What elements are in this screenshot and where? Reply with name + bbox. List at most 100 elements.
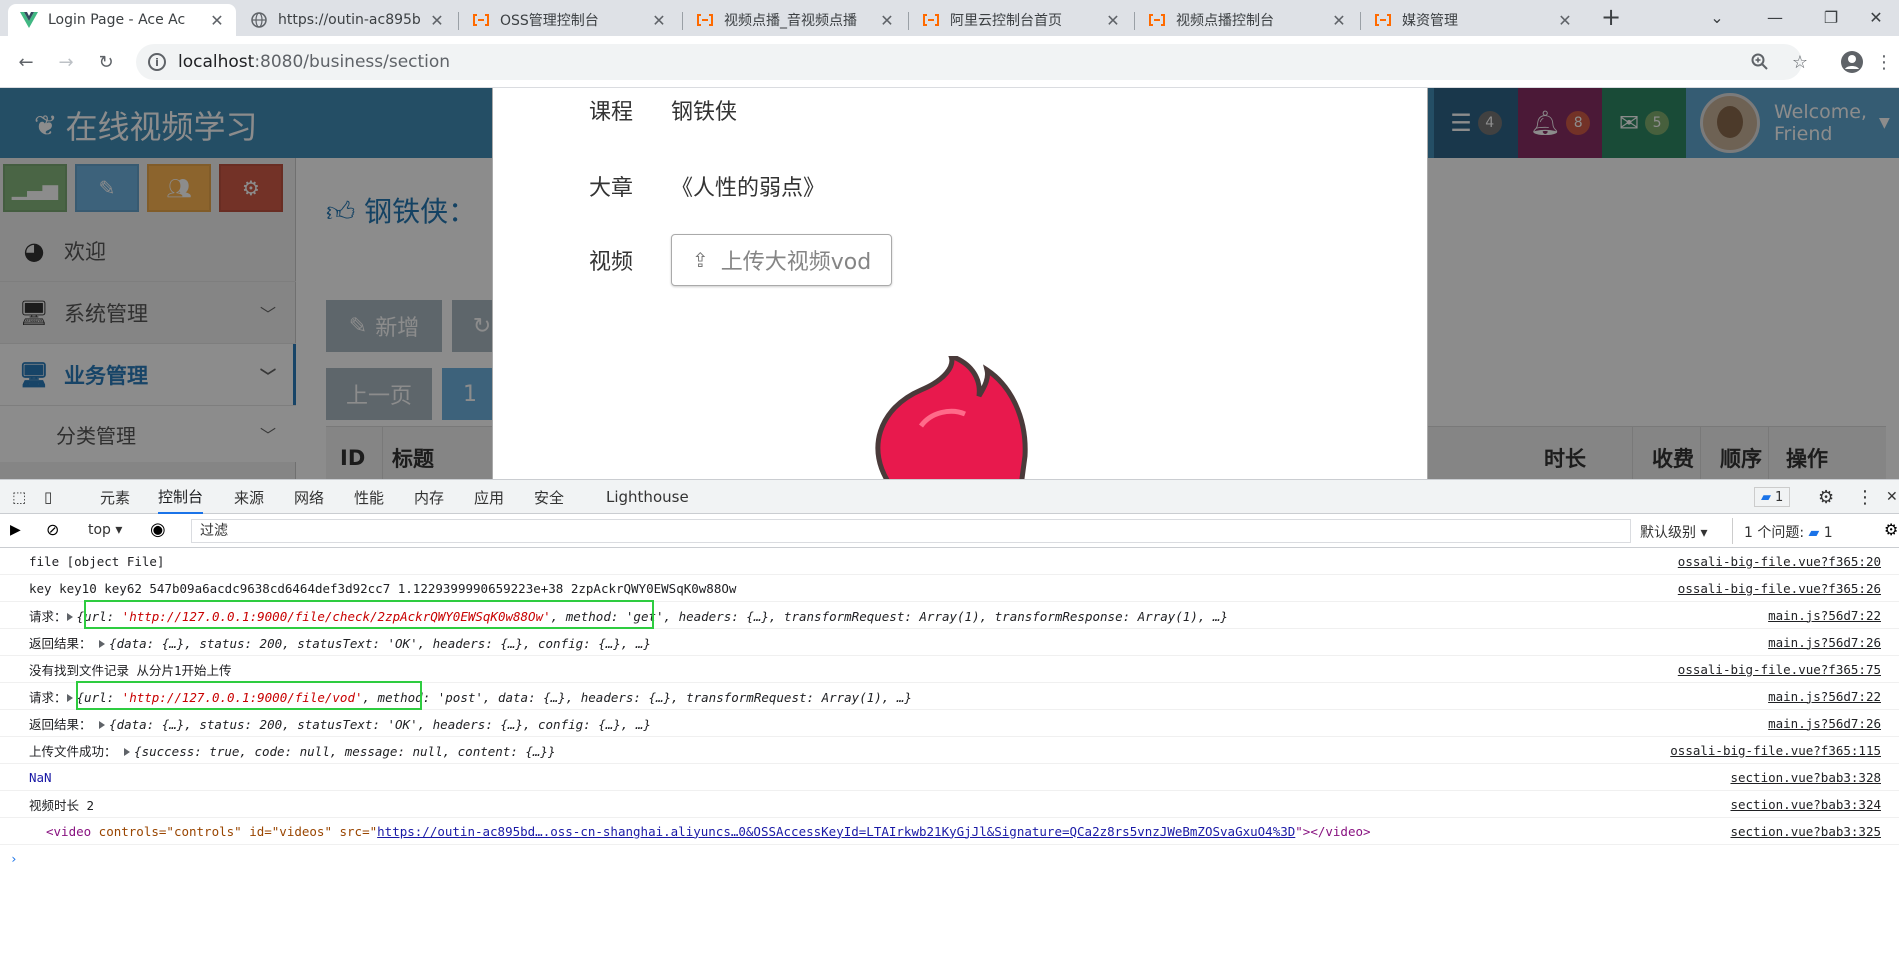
devtools-tabbar: ⬚ ▯ 元素 控制台 来源 网络 性能 内存 应用 安全 Lighthouse …: [0, 480, 1899, 514]
source-link[interactable]: section.vue?bab3:328: [1730, 770, 1881, 785]
browser-tabstrip: Login Page - Ace Ac ✕ https://outin-ac89…: [0, 0, 1899, 36]
source-link[interactable]: ossali-big-file.vue?f365:115: [1670, 743, 1881, 758]
course-row: 课程 钢铁侠: [589, 94, 737, 126]
console-prompt[interactable]: ›: [0, 845, 1899, 872]
issues-counter[interactable]: ▰ 1: [1754, 480, 1791, 514]
tab-application[interactable]: 应用: [474, 480, 504, 514]
zoom-icon[interactable]: [1748, 50, 1772, 74]
close-devtools-icon[interactable]: ✕: [1886, 480, 1898, 514]
console-log: file [object File] ossali-big-file.vue?f…: [0, 548, 1899, 872]
tab-separator: [682, 12, 683, 30]
more-options-icon[interactable]: ⋮: [1856, 480, 1874, 514]
sidebar-toggle-icon[interactable]: ▶︎: [10, 522, 21, 538]
request-url-highlight: [84, 600, 654, 629]
console-message: 返回结果： {data: {…}, status: 200, statusTex…: [0, 629, 1899, 656]
tab-memory[interactable]: 内存: [414, 480, 444, 514]
browser-tab-2[interactable]: https://outin-ac895b ✕: [238, 4, 456, 36]
console-message: 没有找到文件记录 从分片1开始上传 ossali-big-file.vue?f3…: [0, 656, 1899, 683]
context-selector[interactable]: top ▾: [88, 522, 122, 538]
issues-link[interactable]: 1 个问题: ▰ 1: [1744, 522, 1833, 542]
device-toggle-icon[interactable]: ▯: [44, 480, 52, 514]
console-settings-icon[interactable]: ⚙: [1884, 520, 1898, 539]
source-link[interactable]: section.vue?bab3:324: [1730, 797, 1881, 812]
tab-network[interactable]: 网络: [294, 480, 324, 514]
browser-tab-1[interactable]: Login Page - Ace Ac ✕: [8, 4, 236, 36]
message-icon: ▰: [1761, 489, 1771, 505]
browser-tab-7[interactable]: 媒资管理 ✕: [1362, 4, 1584, 36]
close-tab-icon[interactable]: ✕: [1104, 11, 1122, 30]
source-link[interactable]: main.js?56d7:26: [1768, 716, 1881, 731]
course-value: 钢铁侠: [671, 100, 738, 125]
upload-video-button[interactable]: ⇪ 上传大视频vod: [671, 234, 893, 286]
video-label: 视频: [589, 250, 634, 275]
close-tab-icon[interactable]: ✕: [878, 11, 896, 30]
console-message: file [object File] ossali-big-file.vue?f…: [0, 548, 1899, 575]
close-window-icon[interactable]: ✕: [1853, 0, 1899, 34]
close-tab-icon[interactable]: ✕: [428, 11, 446, 30]
devtools-panel: ⬚ ▯ 元素 控制台 来源 网络 性能 内存 应用 安全 Lighthouse …: [0, 479, 1899, 967]
aliyun-icon: [472, 11, 490, 29]
tab-search-chevron-icon[interactable]: ⌄: [1694, 0, 1740, 34]
log-level-dropdown[interactable]: 默认级别 ▾: [1640, 522, 1707, 542]
tab-lighthouse[interactable]: Lighthouse: [606, 480, 689, 514]
site-info-icon[interactable]: i: [148, 53, 166, 71]
profile-icon[interactable]: [1840, 50, 1864, 74]
expand-triangle-icon[interactable]: [66, 694, 73, 702]
tab-security[interactable]: 安全: [534, 480, 564, 514]
chapter-value: 《人性的弱点》: [671, 176, 826, 201]
close-tab-icon[interactable]: ✕: [650, 11, 668, 30]
request-url-highlight: [76, 681, 422, 710]
browser-tab-4[interactable]: 视频点播_音视频点播 ✕: [684, 4, 906, 36]
eye-icon[interactable]: ◉: [150, 519, 166, 540]
bookmark-star-icon[interactable]: ☆: [1788, 50, 1812, 74]
minimize-icon[interactable]: —: [1752, 0, 1798, 34]
expand-triangle-icon[interactable]: [99, 721, 106, 729]
console-message: 上传文件成功： {success: true, code: null, mess…: [0, 737, 1899, 764]
back-icon[interactable]: ←: [14, 50, 38, 74]
source-link[interactable]: ossali-big-file.vue?f365:26: [1678, 581, 1881, 596]
video-src-link[interactable]: https://outin-ac895bd….oss-cn-shanghai.a…: [377, 824, 1295, 839]
vue-icon: [20, 11, 38, 29]
expand-triangle-icon[interactable]: [124, 748, 131, 756]
expand-triangle-icon[interactable]: [99, 640, 106, 648]
tab-console[interactable]: 控制台: [158, 480, 204, 514]
close-tab-icon[interactable]: ✕: [1556, 11, 1574, 30]
tab-elements[interactable]: 元素: [100, 480, 130, 514]
source-link[interactable]: section.vue?bab3:325: [1730, 824, 1881, 839]
close-tab-icon[interactable]: ✕: [1330, 11, 1348, 30]
address-bar[interactable]: i localhost:8080/business/section: [136, 44, 1802, 80]
course-label: 课程: [589, 100, 634, 125]
tab-title: OSS管理控制台: [500, 13, 599, 29]
source-link[interactable]: main.js?56d7:26: [1768, 635, 1881, 650]
source-link[interactable]: ossali-big-file.vue?f365:20: [1678, 554, 1881, 569]
source-link[interactable]: main.js?56d7:22: [1768, 689, 1881, 704]
source-link[interactable]: ossali-big-file.vue?f365:75: [1678, 662, 1881, 677]
filter-input[interactable]: 过滤: [191, 519, 1631, 543]
restore-icon[interactable]: ❐: [1808, 0, 1854, 34]
clear-console-icon[interactable]: ⊘: [46, 520, 59, 539]
tab-separator: [1360, 12, 1361, 30]
console-toolbar: ▶︎ ⊘ top ▾ ◉ 过滤 默认级别 ▾ 1 个问题: ▰ 1 ⚙: [0, 514, 1899, 548]
reload-icon[interactable]: ↻: [94, 50, 118, 74]
forward-icon[interactable]: →: [54, 50, 78, 74]
browser-menu-icon[interactable]: ⋮: [1872, 50, 1896, 74]
browser-tab-6[interactable]: 视频点播控制台 ✕: [1136, 4, 1358, 36]
tab-title: 媒资管理: [1402, 13, 1458, 29]
browser-tab-5[interactable]: 阿里云控制台首页 ✕: [910, 4, 1132, 36]
settings-gear-icon[interactable]: ⚙: [1818, 480, 1834, 514]
console-message: 返回结果： {data: {…}, status: 200, statusTex…: [0, 710, 1899, 737]
tab-separator: [908, 12, 909, 30]
tab-title: 视频点播控制台: [1176, 13, 1274, 29]
page-viewport: ❦ 在线视频学习 ☰ 4 🔔︎ 8 ✉ 5 Welcome, Friend ▼ …: [0, 88, 1899, 479]
tab-sources[interactable]: 来源: [234, 480, 264, 514]
video-row: 视频 ⇪ 上传大视频vod: [589, 234, 893, 286]
source-link[interactable]: main.js?56d7:22: [1768, 608, 1881, 623]
browser-tab-3[interactable]: OSS管理控制台 ✕: [460, 4, 678, 36]
tab-title: 视频点播_音视频点播: [724, 13, 857, 29]
inspect-element-icon[interactable]: ⬚: [12, 480, 26, 514]
tab-separator: [458, 12, 459, 30]
tab-performance[interactable]: 性能: [354, 480, 384, 514]
new-tab-icon[interactable]: +: [1588, 0, 1634, 34]
close-tab-icon[interactable]: ✕: [208, 11, 226, 30]
expand-triangle-icon[interactable]: [66, 613, 73, 621]
